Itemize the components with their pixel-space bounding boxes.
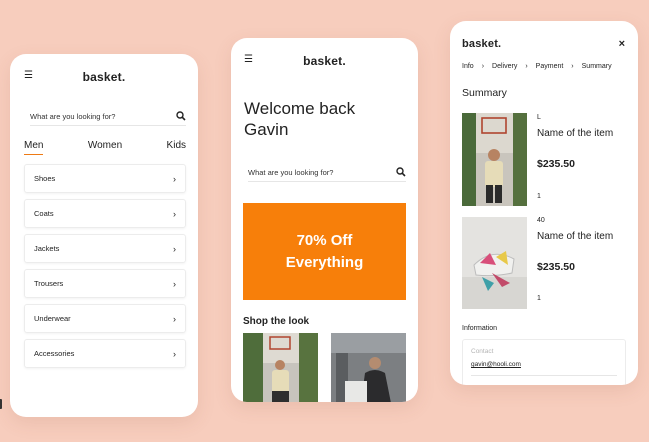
search-icon[interactable]: [176, 111, 186, 121]
category-label: Accessories: [34, 349, 75, 358]
item-price: $235.50: [537, 261, 575, 273]
breadcrumb: Info › Delivery › Payment › Summary: [462, 63, 612, 70]
welcome-line: Welcome back: [244, 99, 356, 118]
category-label: Shoes: [34, 174, 56, 183]
chevron-right-icon: ›: [481, 63, 485, 70]
search-input[interactable]: What are you looking for?: [248, 168, 333, 177]
chevron-right-icon: ›: [571, 63, 574, 70]
category-label: Jackets: [34, 244, 60, 253]
item-image: [462, 217, 527, 309]
divider: [471, 375, 617, 376]
welcome-user-name: Gavin: [244, 120, 289, 139]
tab-kids[interactable]: Kids: [167, 140, 186, 155]
brand-logo: basket.: [462, 38, 502, 50]
item-quantity: 1: [537, 193, 541, 200]
chevron-right-icon: ›: [525, 63, 528, 70]
phone-screen-home: ☰ basket. Welcome back Gavin What are yo…: [231, 38, 418, 402]
item-size: L: [537, 114, 541, 121]
contact-field[interactable]: Contact gavin@hooli.com: [462, 339, 626, 385]
breadcrumb-info[interactable]: Info: [462, 63, 474, 70]
item-image: [462, 113, 527, 206]
tab-women[interactable]: Women: [88, 140, 122, 155]
category-item-underwear[interactable]: Underwear ›: [24, 304, 186, 333]
page-title: Summary: [462, 87, 507, 99]
item-quantity: 1: [537, 295, 541, 302]
category-item-shoes[interactable]: Shoes ›: [24, 164, 186, 193]
information-heading: Information: [462, 325, 498, 332]
phone-screen-categories: ☰ basket. What are you looking for? Men …: [10, 54, 198, 417]
close-icon[interactable]: ×: [619, 38, 625, 50]
breadcrumb-summary[interactable]: Summary: [582, 63, 612, 70]
brand-logo: basket.: [82, 70, 126, 84]
contact-label: Contact: [471, 348, 494, 355]
category-item-jackets[interactable]: Jackets ›: [24, 234, 186, 263]
decorative-mark: [0, 399, 2, 409]
category-label: Trousers: [34, 279, 64, 288]
breadcrumb-payment[interactable]: Payment: [536, 63, 564, 70]
welcome-heading: Welcome back Gavin: [244, 98, 355, 140]
promo-line: 70% Off: [296, 231, 353, 249]
phone-screen-checkout-summary: basket. × Info › Delivery › Payment › Su…: [450, 21, 638, 385]
search-bar[interactable]: What are you looking for?: [30, 111, 186, 126]
category-item-coats[interactable]: Coats ›: [24, 199, 186, 228]
shop-the-look-heading: Shop the look: [243, 316, 310, 327]
category-list: Shoes › Coats › Jackets › Trousers › Und…: [24, 164, 186, 374]
item-name: Name of the item: [537, 231, 614, 242]
chevron-right-icon: ›: [173, 348, 176, 359]
promo-banner[interactable]: 70% Off Everything: [243, 203, 406, 300]
promo-line: Everything: [285, 253, 364, 271]
category-label: Underwear: [34, 314, 71, 323]
chevron-right-icon: ›: [173, 173, 176, 184]
chevron-right-icon: ›: [173, 278, 176, 289]
gender-tabs: Men Women Kids: [24, 140, 186, 155]
chevron-right-icon: ›: [173, 208, 176, 219]
category-item-trousers[interactable]: Trousers ›: [24, 269, 186, 298]
item-size: 40: [537, 217, 545, 224]
breadcrumb-delivery[interactable]: Delivery: [492, 63, 517, 70]
item-price: $235.50: [537, 158, 575, 170]
brand-logo: basket.: [303, 54, 346, 68]
category-label: Coats: [34, 209, 54, 218]
tab-men[interactable]: Men: [24, 140, 44, 155]
chevron-right-icon: ›: [173, 243, 176, 254]
chevron-right-icon: ›: [173, 313, 176, 324]
search-input[interactable]: What are you looking for?: [30, 112, 115, 121]
search-icon[interactable]: [396, 167, 406, 177]
search-bar[interactable]: What are you looking for?: [248, 167, 406, 182]
look-photo-2[interactable]: [331, 333, 406, 402]
look-photo-1[interactable]: [243, 333, 318, 402]
item-name: Name of the item: [537, 128, 614, 139]
contact-email[interactable]: gavin@hooli.com: [471, 361, 521, 368]
category-item-accessories[interactable]: Accessories ›: [24, 339, 186, 368]
